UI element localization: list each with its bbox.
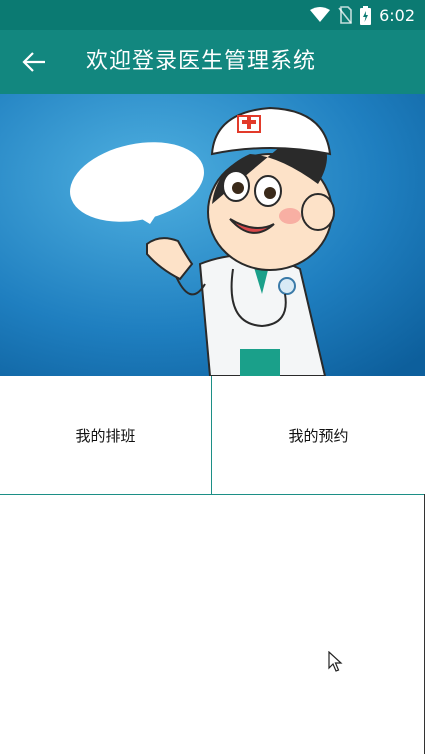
- page-title: 欢迎登录医生管理系统: [86, 49, 317, 74]
- wifi-icon: [310, 7, 331, 22]
- status-icons: 6:02: [310, 5, 415, 25]
- doctor-banner-image: [0, 94, 425, 376]
- arrow-back-icon: [22, 52, 45, 72]
- battery-charging-icon: [360, 5, 372, 25]
- menu-grid: 我的排班 我的预约: [0, 376, 425, 495]
- my-appointments-button[interactable]: 我的预约: [212, 376, 425, 494]
- my-appointments-label: 我的预约: [288, 426, 349, 445]
- back-button[interactable]: [16, 44, 52, 80]
- mouse-pointer-icon: [328, 650, 344, 677]
- app-bar: 欢迎登录医生管理系统: [0, 30, 425, 94]
- clock-time: 6:02: [379, 5, 415, 25]
- no-sim-icon: [338, 6, 352, 24]
- my-schedule-button[interactable]: 我的排班: [0, 376, 212, 494]
- my-schedule-label: 我的排班: [75, 426, 136, 445]
- status-bar: 6:02: [0, 0, 425, 30]
